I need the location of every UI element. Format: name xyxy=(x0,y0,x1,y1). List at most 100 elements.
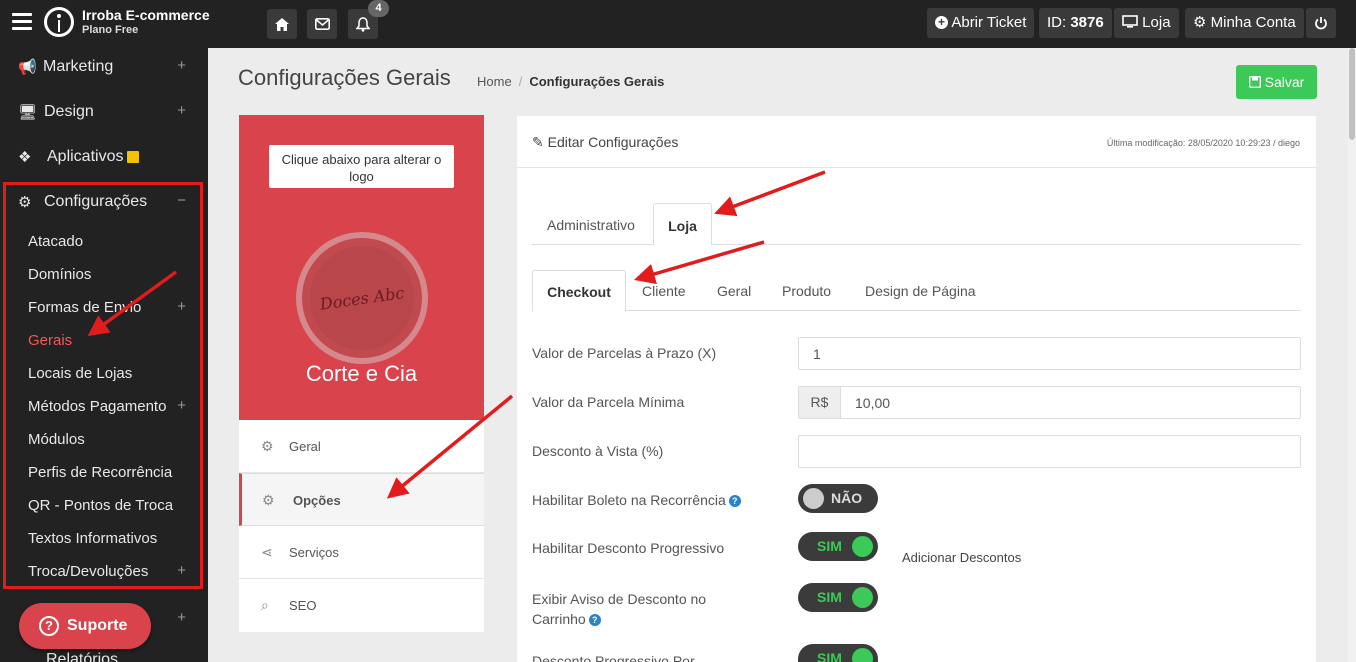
gear-icon: ⚙ xyxy=(261,438,274,454)
submenu-item-textos-informativos[interactable]: Textos Informativos xyxy=(28,530,157,547)
sidebar-item-design[interactable]: 🖥 Design + xyxy=(0,93,208,133)
store-logo-image: Doces Abc xyxy=(303,239,421,357)
panel-header: ✎ Editar Configurações Última modificaçã… xyxy=(517,116,1316,168)
support-button[interactable]: ? Suporte xyxy=(19,603,151,649)
store-logo[interactable]: Doces Abc xyxy=(296,232,428,364)
parcela-minima-input[interactable]: 10,00 xyxy=(840,386,1301,419)
tab-design-pagina[interactable]: Design de Página xyxy=(865,270,976,312)
boleto-recorrencia-label: Habilitar Boleto na Recorrência? xyxy=(532,490,741,510)
hamburger-menu-icon[interactable] xyxy=(12,13,32,33)
top-bar: Irroba E-commerce Plano Free 4 + Abrir T… xyxy=(0,0,1356,48)
submenu-item-atacado[interactable]: Atacado xyxy=(28,233,83,250)
menu-item-label: Opções xyxy=(293,493,341,508)
tab-loja[interactable]: Loja xyxy=(653,203,712,246)
save-label: Salvar xyxy=(1264,74,1305,90)
toggle-state: NÃO xyxy=(831,490,863,506)
submenu-item-troca-devolucoes[interactable]: Troca/Devoluções xyxy=(28,563,148,580)
desconto-vista-label: Desconto à Vista (%) xyxy=(532,443,664,459)
help-icon[interactable]: ? xyxy=(588,614,601,627)
menu-item-label: Serviços xyxy=(289,545,339,560)
logout-button[interactable] xyxy=(1306,8,1336,38)
bell-icon xyxy=(356,16,370,32)
open-ticket-button[interactable]: + Abrir Ticket xyxy=(927,8,1035,38)
support-label: Suporte xyxy=(67,617,128,634)
breadcrumb-home[interactable]: Home xyxy=(477,74,512,89)
toggle-knob xyxy=(852,536,873,557)
menu-item-opcoes[interactable]: ⚙ Opções xyxy=(239,473,484,526)
desconto-progressivo-por-toggle[interactable]: SIM xyxy=(798,644,878,662)
store-settings-menu: ⚙ Geral ⚙ Opções ⋖ Serviços ⌕ SEO xyxy=(239,420,484,632)
parcelas-input[interactable]: 1 xyxy=(798,337,1301,370)
toggle-state: SIM xyxy=(817,589,842,605)
question-circle-icon: ? xyxy=(39,616,59,636)
submenu-item-locais-lojas[interactable]: Locais de Lojas xyxy=(28,365,132,382)
notifications-badge: 4 xyxy=(368,0,389,17)
sidebar-item-label: Design xyxy=(44,103,94,120)
expand-icon[interactable]: + xyxy=(177,609,186,626)
expand-icon: + xyxy=(177,57,186,74)
change-logo-button[interactable]: Clique abaixo para alterar o logo xyxy=(269,145,454,188)
add-discounts-link[interactable]: Adicionar Descontos xyxy=(902,550,1021,565)
my-account-label: Minha Conta xyxy=(1210,14,1296,31)
save-button[interactable]: Salvar xyxy=(1236,65,1317,99)
expand-icon[interactable]: + xyxy=(177,298,186,315)
breadcrumb-separator: / xyxy=(518,74,523,89)
sidebar-item-label: Relatórios xyxy=(46,651,119,662)
sidebar-item-aplicativos[interactable]: ❖ Aplicativos xyxy=(0,138,208,178)
toggle-knob xyxy=(852,587,873,608)
pencil-icon: ✎ xyxy=(532,134,544,150)
submenu-item-qr-pontos-troca[interactable]: QR - Pontos de Troca xyxy=(28,497,173,514)
gear-icon: ⚙ xyxy=(1193,14,1207,31)
page-scrollbar[interactable] xyxy=(1348,48,1356,662)
brand-logo-icon[interactable] xyxy=(44,7,74,37)
submenu-item-gerais[interactable]: Gerais xyxy=(28,332,72,349)
breadcrumb-current: Configurações Gerais xyxy=(529,74,665,89)
submenu-item-perfis-recorrencia[interactable]: Perfis de Recorrência xyxy=(28,464,172,481)
store-id: ID: 3876 xyxy=(1039,8,1112,38)
boleto-recorrencia-toggle[interactable]: NÃO xyxy=(798,484,878,513)
home-button[interactable] xyxy=(267,9,297,39)
menu-item-geral[interactable]: ⚙ Geral xyxy=(239,420,484,473)
submenu-item-metodos-pagamento[interactable]: Métodos Pagamento xyxy=(28,398,166,415)
toggle-state: SIM xyxy=(817,538,842,554)
my-account-button[interactable]: ⚙ Minha Conta xyxy=(1185,8,1304,38)
tab-produto[interactable]: Produto xyxy=(782,270,831,312)
aviso-desconto-text: Exibir Aviso de Desconto no Carrinho xyxy=(532,591,707,627)
panel-title-text: Editar Configurações xyxy=(547,134,679,150)
view-store-button[interactable]: Loja xyxy=(1114,8,1179,38)
tab-cliente[interactable]: Cliente xyxy=(642,270,686,312)
tab-administrativo[interactable]: Administrativo xyxy=(547,203,635,245)
sub-tabs: Checkout Cliente Geral Produto Design de… xyxy=(532,270,1301,312)
main-tabs: Administrativo Loja xyxy=(532,203,1301,246)
menu-item-seo[interactable]: ⌕ SEO xyxy=(239,579,484,632)
submenu-item-dominios[interactable]: Domínios xyxy=(28,266,91,283)
menu-item-label: Geral xyxy=(289,439,321,454)
help-icon[interactable]: ? xyxy=(728,495,741,508)
sidebar-item-label: Marketing xyxy=(43,58,114,75)
tab-geral[interactable]: Geral xyxy=(717,270,751,312)
desconto-progressivo-label: Habilitar Desconto Progressivo xyxy=(532,540,725,556)
messages-button[interactable] xyxy=(307,9,337,39)
submenu-item-formas-envio[interactable]: Formas de Envio xyxy=(28,299,141,316)
sidebar-item-marketing[interactable]: 📢 Marketing + xyxy=(0,48,208,88)
aviso-desconto-toggle[interactable]: SIM xyxy=(798,583,878,612)
sidebar-item-relatorios[interactable]: Relatórios xyxy=(0,649,208,662)
aviso-desconto-label: Exibir Aviso de Desconto no Carrinho? xyxy=(532,589,732,629)
gears-icon: ⚙ xyxy=(262,492,275,508)
cubes-icon: ❖ xyxy=(18,149,32,166)
search-icon: ⌕ xyxy=(261,597,269,613)
toggle-knob xyxy=(803,488,824,509)
submenu-item-modulos[interactable]: Módulos xyxy=(28,431,85,448)
sidebar-item-label: Aplicativos xyxy=(47,148,124,165)
expand-icon[interactable]: + xyxy=(177,562,186,579)
open-ticket-label: Abrir Ticket xyxy=(951,14,1027,31)
sidebar: 📢 Marketing + 🖥 Design + ❖ Aplicativos ⚙… xyxy=(0,48,208,662)
desconto-vista-input[interactable] xyxy=(798,435,1301,468)
expand-icon[interactable]: + xyxy=(177,397,186,414)
brand-name: Irroba E-commerce xyxy=(82,7,210,23)
scrollbar-thumb[interactable] xyxy=(1349,48,1355,140)
desconto-progressivo-toggle[interactable]: SIM xyxy=(798,532,878,561)
menu-item-servicos[interactable]: ⋖ Serviços xyxy=(239,526,484,579)
tab-checkout[interactable]: Checkout xyxy=(532,270,626,312)
currency-addon: R$ xyxy=(798,386,841,419)
